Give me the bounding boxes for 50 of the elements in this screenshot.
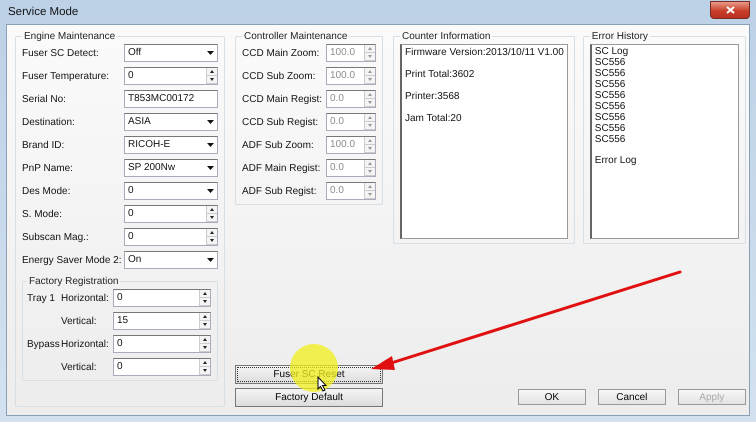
log-entry: SC556 <box>594 134 626 145</box>
field-label: Horizontal: <box>61 292 110 304</box>
group-title: Engine Maintenance <box>23 31 116 42</box>
field-label: Vertical: <box>61 316 98 326</box>
dialog-button[interactable]: OK <box>518 389 586 405</box>
counter-text: Printer:3568 <box>405 90 460 103</box>
field-label: Energy Saver Mode 2: <box>22 254 122 266</box>
counter-text: Jam Total:20 <box>405 112 463 125</box>
log-entry: SC Log <box>594 46 630 57</box>
window-title: Service Mode <box>7 6 78 18</box>
field-label: Serial No: <box>22 94 67 104</box>
field-label: CCD Main Regist: <box>242 94 324 104</box>
field-label: CCD Sub Zoom: <box>242 70 316 82</box>
log-entry: Error Log <box>594 155 638 166</box>
log-entry: SC556 <box>594 79 626 90</box>
counter-text: Print Total:3602 <box>405 68 476 81</box>
group-title: Controller Maintenance <box>243 31 348 42</box>
field-label: Destination: <box>22 116 76 128</box>
field-label: ADF Sub Regist: <box>242 186 318 196</box>
close-icon <box>726 6 734 14</box>
dialog-button[interactable]: Cancel <box>598 389 666 405</box>
field-label: Fuser Temperature: <box>22 70 110 82</box>
group-title: Error History <box>590 31 649 42</box>
log-entry: SC556 <box>594 123 626 134</box>
field-label: Vertical: <box>61 362 98 372</box>
close-button[interactable] <box>710 1 750 19</box>
row-label: Bypass <box>27 338 60 350</box>
field-label: Brand ID: <box>22 140 66 150</box>
pointer-icon <box>318 376 328 392</box>
log-entry: SC556 <box>594 101 626 112</box>
field-label: S. Mode: <box>22 208 64 220</box>
log-entry: SC556 <box>594 68 626 79</box>
input-field[interactable]: T853MC00172 <box>125 91 217 107</box>
field-label: Des Mode: <box>22 186 72 196</box>
field-label: Subscan Mag.: <box>22 232 90 242</box>
counter-text: Firmware Version:2013/10/11 V1.00 <box>405 46 564 59</box>
group-title: Factory Registration <box>28 276 120 287</box>
log-entry: SC556 <box>594 57 626 68</box>
log-entry: SC556 <box>594 112 626 123</box>
field-label: ADF Sub Zoom: <box>242 140 315 150</box>
action-button[interactable]: Factory Default <box>235 388 383 407</box>
field-label: ADF Main Regist: <box>242 162 322 174</box>
log-entry: SC556 <box>594 90 626 101</box>
row-label: Tray 1 <box>27 292 55 304</box>
group-title: Counter Information <box>401 31 492 42</box>
field-label: Horizontal: <box>61 338 110 350</box>
field-label: PnP Name: <box>22 162 74 174</box>
field-label: Fuser SC Detect: <box>22 48 100 58</box>
field-label: CCD Main Zoom: <box>242 48 320 58</box>
field-label: CCD Sub Regist: <box>242 116 320 128</box>
